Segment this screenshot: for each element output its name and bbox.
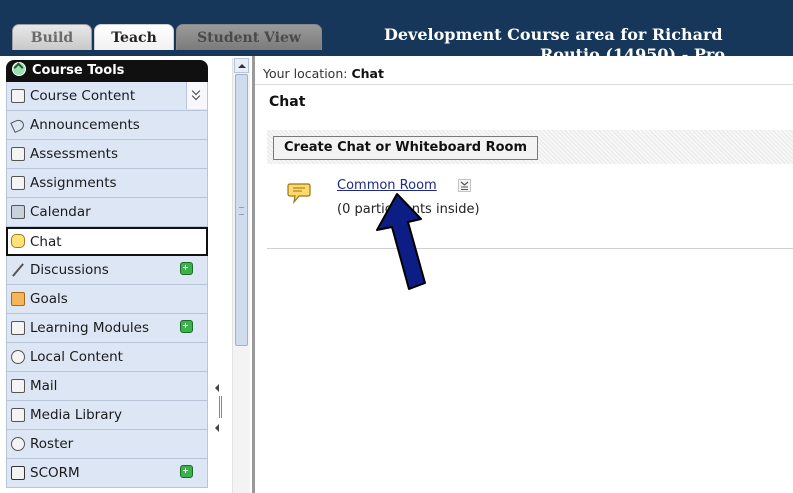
sidebar-item-label: Announcements — [30, 117, 140, 133]
sidebar-item-learning-modules[interactable]: Learning Modules — [6, 314, 208, 343]
scroll-thumb[interactable] — [235, 74, 248, 346]
create-room-button[interactable]: Create Chat or Whiteboard Room — [273, 136, 539, 160]
sidebar-item-scorm[interactable]: SCORM — [6, 459, 208, 488]
sidebar-item-label: Roster — [30, 436, 74, 452]
sidebar-item-discussions[interactable]: Discussions — [6, 256, 208, 285]
add-icon[interactable] — [180, 262, 193, 275]
sidebar-item-label: Discussions — [30, 262, 109, 278]
chat-icon — [11, 234, 25, 248]
sidebar-item-calendar[interactable]: Calendar — [6, 198, 208, 227]
course-tools-list: Course Content Announcements Assessments… — [6, 82, 208, 488]
chat-room-icon — [287, 183, 311, 204]
media-icon — [11, 408, 25, 422]
annotation-arrow-icon — [376, 193, 426, 290]
sidebar-item-label: Chat — [30, 234, 62, 250]
sidebar-item-label: Assessments — [30, 146, 119, 162]
sidebar-item-chat[interactable]: Chat — [6, 227, 208, 256]
sidebar-item-label: Local Content — [30, 349, 123, 365]
sidebar-item-media-library[interactable]: Media Library — [6, 401, 208, 430]
page-title: Chat — [269, 94, 306, 110]
room-options-icon[interactable] — [458, 179, 471, 192]
sidebar-item-label: Learning Modules — [30, 320, 150, 336]
add-icon[interactable] — [180, 320, 193, 333]
sidebar-item-label: Media Library — [30, 407, 123, 423]
sidebar-scrollbar[interactable] — [232, 58, 250, 493]
sidebar-item-label: Assignments — [30, 175, 117, 191]
divider — [255, 84, 793, 85]
tab-teach[interactable]: Teach — [94, 24, 174, 50]
expand-menu-button[interactable] — [186, 82, 207, 109]
goals-icon — [11, 292, 25, 306]
sidebar-item-goals[interactable]: Goals — [6, 285, 208, 314]
module-icon — [11, 321, 25, 335]
grip-icon — [219, 396, 220, 418]
sidebar-item-label: Course Content — [30, 88, 136, 104]
top-header: Build Teach Student View Development Cou… — [0, 0, 793, 56]
sidebar-item-label: Calendar — [30, 204, 91, 220]
house-icon — [11, 89, 25, 103]
sidebar-item-label: Mail — [30, 378, 58, 394]
divider — [267, 248, 793, 249]
sidebar-item-label: Goals — [30, 291, 68, 307]
sidebar-item-mail[interactable]: Mail — [6, 372, 208, 401]
sidebar-item-course-content[interactable]: Course Content — [6, 82, 208, 111]
scorm-icon — [11, 466, 25, 480]
mail-icon — [11, 379, 25, 393]
breadcrumb: Your location: Chat — [263, 66, 384, 81]
scroll-up-button[interactable] — [234, 58, 249, 73]
tab-student-view[interactable]: Student View — [176, 24, 322, 50]
collapse-sidebar-handle[interactable] — [213, 384, 223, 436]
breadcrumb-current: Chat — [351, 66, 384, 81]
grip-icon — [221, 396, 222, 418]
calendar-icon — [11, 205, 25, 219]
tab-build[interactable]: Build — [12, 24, 92, 50]
assessment-icon — [11, 147, 25, 161]
collapse-up-icon[interactable] — [12, 62, 26, 76]
sidebar-item-assignments[interactable]: Assignments — [6, 169, 208, 198]
course-title: Development Course area for Richard — [384, 25, 723, 44]
arrow-left-icon — [215, 424, 219, 432]
course-tools-sidebar: Course Tools Course Content Announcement… — [0, 56, 252, 493]
arrow-left-icon — [215, 384, 219, 392]
assignment-icon — [11, 176, 25, 190]
chevron-down-icon — [191, 91, 201, 101]
megaphone-icon — [11, 118, 25, 132]
course-tools-header[interactable]: Course Tools — [6, 60, 208, 82]
sidebar-item-announcements[interactable]: Announcements — [6, 111, 208, 140]
sidebar-item-local-content[interactable]: Local Content — [6, 343, 208, 372]
main-content: Your location: Chat Chat Create Chat or … — [255, 56, 793, 493]
cd-icon — [11, 350, 25, 364]
course-tools-label: Course Tools — [32, 63, 125, 78]
breadcrumb-label: Your location: — [263, 66, 348, 81]
course-title-line2: Routio (14950) - Pro — [540, 45, 726, 56]
people-icon — [11, 437, 25, 451]
action-bar: Create Chat or Whiteboard Room — [267, 130, 793, 164]
sidebar-item-roster[interactable]: Roster — [6, 430, 208, 459]
sidebar-item-label: SCORM — [30, 465, 80, 481]
add-icon[interactable] — [180, 465, 193, 478]
sidebar-item-assessments[interactable]: Assessments — [6, 140, 208, 169]
pin-icon — [11, 263, 25, 277]
